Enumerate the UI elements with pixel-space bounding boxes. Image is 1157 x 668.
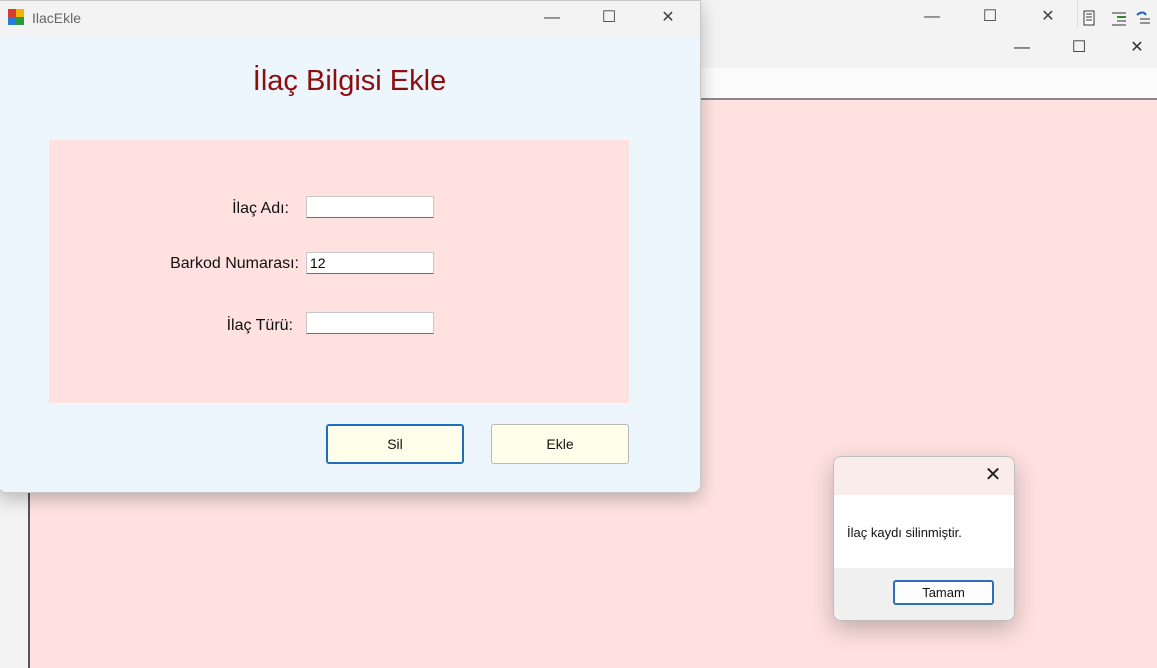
message-close-icon[interactable]: ✕ [982, 464, 1004, 486]
message-box-footer: Tamam [834, 568, 1014, 620]
document-icon[interactable] [1080, 9, 1098, 27]
background-close-icon[interactable]: ✕ [1036, 6, 1060, 28]
type-input[interactable] [306, 312, 434, 334]
main-close-icon[interactable]: ✕ [1122, 36, 1152, 60]
main-maximize-icon[interactable]: ☐ [1064, 36, 1094, 60]
main-minimize-icon[interactable]: — [1007, 36, 1037, 60]
add-button[interactable]: Ekle [491, 424, 629, 464]
message-box: ✕ İlaç kaydı silinmiştir. Tamam [833, 456, 1015, 621]
window-title: IlacEkle [32, 10, 82, 26]
form-panel: İlaç Adı: Barkod Numarası: İlaç Türü: [49, 140, 629, 403]
delete-button[interactable]: Sil [326, 424, 464, 464]
type-label: İlaç Türü: [226, 317, 293, 334]
minimize-icon[interactable]: — [538, 7, 566, 29]
barcode-input[interactable] [306, 252, 434, 274]
page-title: İlaç Bilgisi Ekle [252, 65, 447, 97]
background-minimize-icon[interactable]: — [920, 6, 944, 28]
app-icon [8, 9, 24, 25]
ilac-ekle-titlebar: IlacEkle — ☐ ✕ [0, 1, 700, 35]
message-box-titlebar: ✕ [834, 457, 1014, 495]
indent-icon[interactable] [1110, 9, 1128, 27]
background-maximize-icon[interactable]: ☐ [978, 6, 1002, 28]
ok-button[interactable]: Tamam [893, 580, 994, 605]
maximize-icon[interactable]: ☐ [595, 7, 623, 29]
undo-indent-icon[interactable] [1134, 9, 1152, 27]
name-label: İlaç Adı: [232, 200, 289, 217]
close-icon[interactable]: ✕ [654, 7, 682, 29]
message-text: İlaç kaydı silinmiştir. [847, 525, 962, 540]
ilac-ekle-window: IlacEkle — ☐ ✕ İlaç Bilgisi Ekle İlaç Ad… [0, 0, 701, 493]
barcode-label: Barkod Numarası: [170, 255, 299, 272]
name-input[interactable] [306, 196, 434, 218]
